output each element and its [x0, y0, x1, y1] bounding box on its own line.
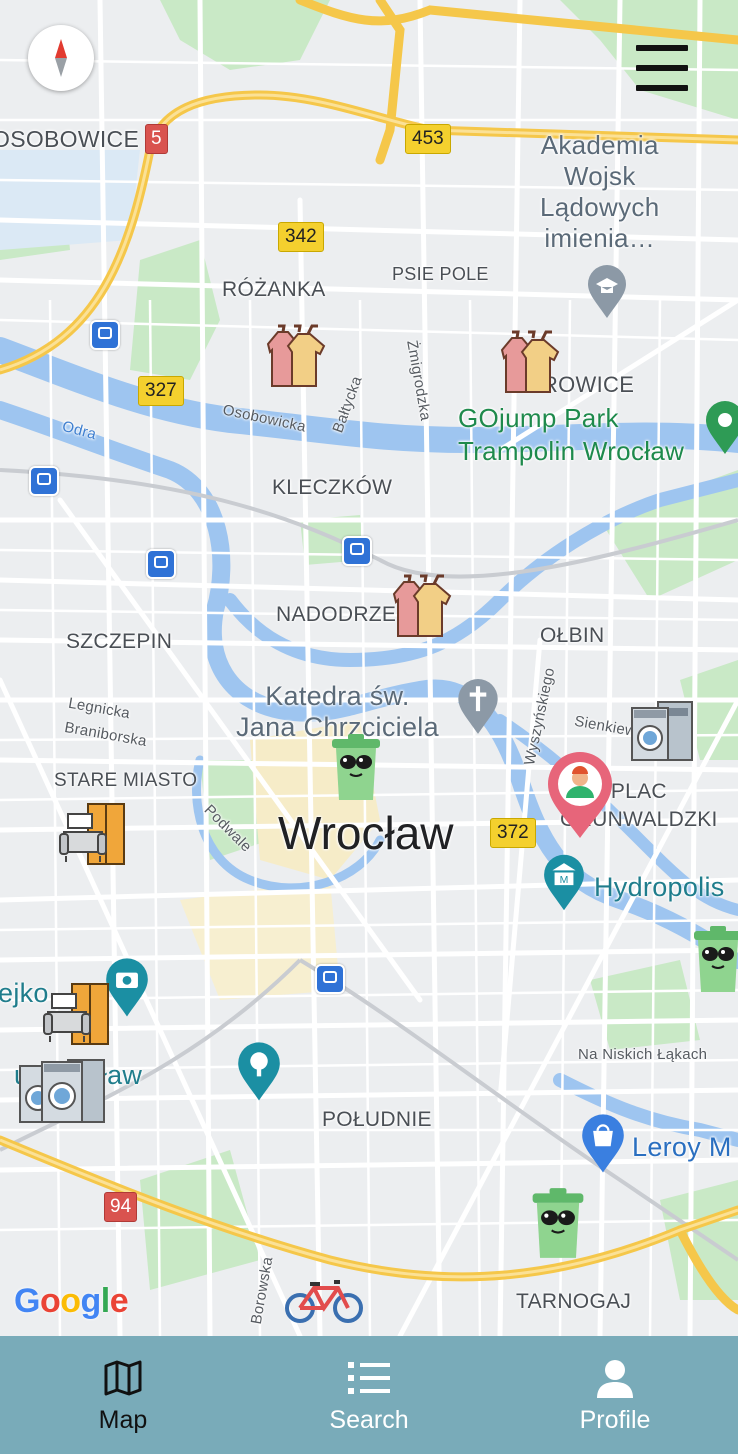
park-pin-icon[interactable]: [704, 400, 738, 456]
map-label-osobowice: OSOBOWICE: [0, 126, 140, 152]
zoo-pin-icon[interactable]: [236, 1040, 282, 1104]
map-view[interactable]: OSOBOWICE RÓŻANKA PSIE POLE Akademia Woj…: [0, 0, 738, 1336]
transit-station-icon: [315, 964, 345, 994]
appliance-marker-icon[interactable]: [628, 698, 696, 764]
tab-map[interactable]: Map: [0, 1336, 246, 1454]
museum-pin-icon[interactable]: M: [542, 852, 586, 914]
trash-bin-marker-icon[interactable]: [328, 732, 384, 802]
trash-bin-marker-icon[interactable]: [528, 1186, 588, 1260]
road-shield-342: 342: [278, 222, 324, 252]
appliance-marker-icon[interactable]: [16, 1056, 108, 1128]
university-pin-icon[interactable]: [586, 264, 628, 320]
road-shield-372: 372: [490, 818, 536, 848]
shopping-pin-icon[interactable]: [580, 1112, 626, 1176]
church-pin-icon[interactable]: [456, 678, 500, 736]
map-icon: [104, 1360, 142, 1395]
trash-bin-marker-icon[interactable]: [690, 924, 738, 994]
list-icon: [348, 1361, 390, 1394]
map-label-na-niskich-lakach: Na Niskich Łąkach: [578, 1046, 708, 1063]
map-label-hydropolis: Hydropolis: [594, 872, 725, 902]
map-label-olbin: OŁBIN: [540, 624, 605, 647]
map-label-leroy: Leroy M: [632, 1132, 732, 1162]
google-attribution: Google: [14, 1282, 129, 1320]
map-label-tarnogaj: TARNOGAJ: [516, 1290, 632, 1313]
transit-station-icon: [29, 466, 59, 496]
map-label-poludnie: POŁUDNIE: [322, 1108, 432, 1131]
tab-profile-label: Profile: [579, 1405, 651, 1434]
map-label-stare-miasto: STARE MIASTO: [54, 770, 198, 791]
road-shield-5: 5: [145, 124, 168, 154]
tab-map-label: Map: [98, 1405, 148, 1434]
bottom-navigation: Map Search Profile: [0, 1336, 738, 1454]
map-label-nadodrze: NADODRZE: [276, 603, 397, 626]
road-shield-94: 94: [104, 1192, 138, 1222]
furniture-marker-icon[interactable]: [58, 800, 128, 870]
transit-station-icon: [342, 536, 372, 566]
road-shield-453: 453: [405, 124, 451, 154]
compass-icon: [55, 39, 67, 77]
transit-station-icon: [146, 549, 176, 579]
tab-search-label: Search: [329, 1405, 409, 1434]
map-label-szczepin: SZCZEPIN: [66, 630, 173, 653]
clothes-marker-icon[interactable]: [264, 322, 330, 390]
map-label-rozanka: RÓŻANKA: [222, 278, 326, 301]
clothes-marker-icon[interactable]: [498, 328, 564, 396]
map-label-kleczkow: KLECZKÓW: [272, 476, 393, 499]
compass-button[interactable]: [28, 25, 94, 91]
tab-profile[interactable]: Profile: [492, 1336, 738, 1454]
map-label-psie-pole: PSIE POLE: [392, 264, 489, 284]
tab-search[interactable]: Search: [246, 1336, 492, 1454]
clothes-marker-icon[interactable]: [390, 572, 456, 640]
map-label-gojump: GOjump Park Trampolin Wrocław: [458, 403, 685, 466]
bicycle-marker-icon[interactable]: [284, 1274, 364, 1326]
user-icon: [597, 1359, 633, 1398]
map-label-city: Wrocław: [278, 807, 454, 859]
furniture-marker-icon[interactable]: [42, 980, 112, 1050]
map-label-akademia: Akademia Wojsk Lądowych imienia…: [540, 130, 660, 253]
transit-station-icon: [90, 320, 120, 350]
user-location-pin-icon[interactable]: [544, 750, 616, 840]
road-shield-327: 327: [138, 376, 184, 406]
svg-text:M: M: [560, 875, 569, 886]
hamburger-menu-icon[interactable]: [636, 45, 688, 91]
